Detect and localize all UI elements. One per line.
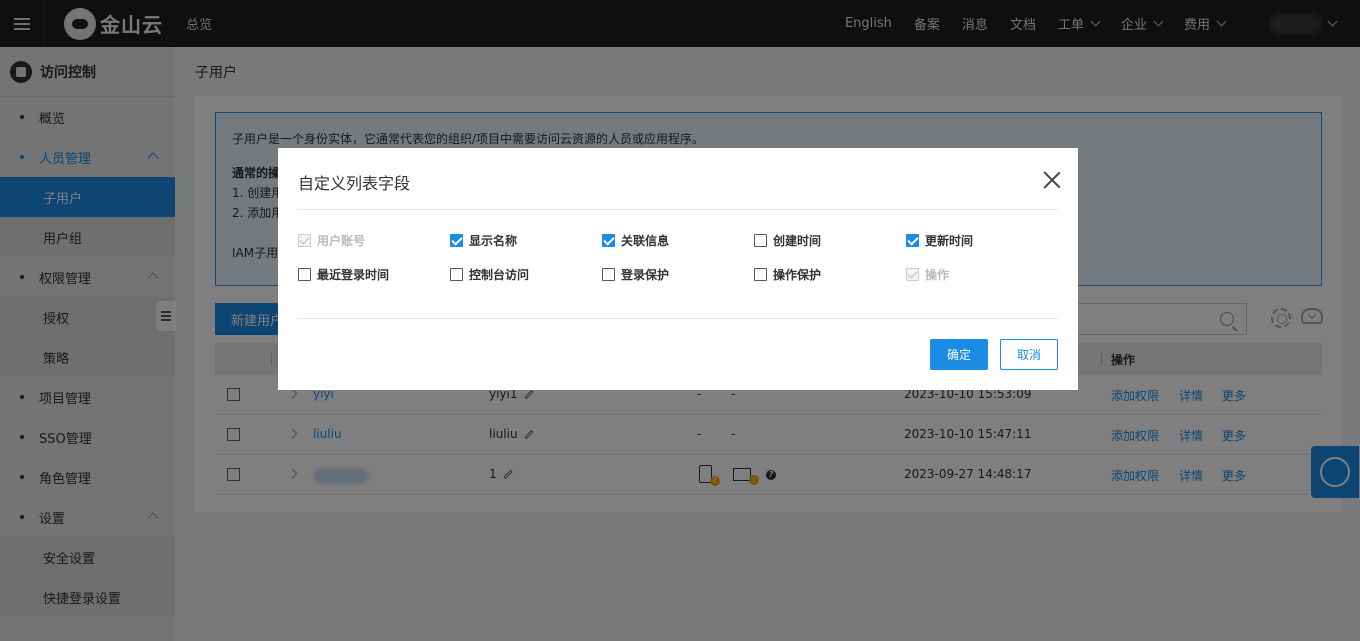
option-association-info[interactable]: 关联信息 (602, 232, 669, 249)
option-create-time[interactable]: 创建时间 (754, 232, 821, 249)
option-last-login-time[interactable]: 最近登录时间 (298, 266, 389, 283)
option-update-time[interactable]: 更新时间 (906, 232, 973, 249)
confirm-button[interactable]: 确定 (930, 339, 988, 370)
option-login-protection[interactable]: 登录保护 (602, 266, 669, 283)
option-operations: 操作 (906, 266, 949, 283)
close-icon[interactable] (1042, 170, 1062, 190)
dialog-title: 自定义列表字段 (298, 174, 411, 193)
option-label: 创建时间 (773, 234, 822, 248)
checkbox[interactable] (754, 234, 767, 247)
option-user-account: 用户账号 (298, 232, 365, 249)
checkbox (906, 268, 919, 281)
option-label: 显示名称 (469, 234, 518, 248)
checkbox[interactable] (602, 268, 615, 281)
option-label: 用户账号 (317, 234, 366, 248)
option-operation-protection[interactable]: 操作保护 (754, 266, 821, 283)
checkbox[interactable] (298, 268, 311, 281)
option-label: 操作 (925, 268, 950, 282)
option-label: 更新时间 (925, 234, 974, 248)
checkbox (298, 234, 311, 247)
option-console-access[interactable]: 控制台访问 (450, 266, 529, 283)
divider (298, 209, 1058, 210)
checkbox[interactable] (450, 268, 463, 281)
customize-columns-dialog: 自定义列表字段 用户账号 显示名称 关联信息 创建时间 更新时间 最近登录时间 … (278, 148, 1078, 390)
option-label: 操作保护 (773, 268, 822, 282)
option-display-name[interactable]: 显示名称 (450, 232, 517, 249)
checkbox[interactable] (602, 234, 615, 247)
option-label: 关联信息 (621, 234, 670, 248)
cancel-button[interactable]: 取消 (1000, 339, 1058, 370)
checkbox[interactable] (754, 268, 767, 281)
divider (298, 318, 1058, 319)
checkbox[interactable] (450, 234, 463, 247)
option-label: 最近登录时间 (317, 268, 390, 282)
option-label: 登录保护 (621, 268, 670, 282)
option-label: 控制台访问 (469, 268, 530, 282)
checkbox[interactable] (906, 234, 919, 247)
